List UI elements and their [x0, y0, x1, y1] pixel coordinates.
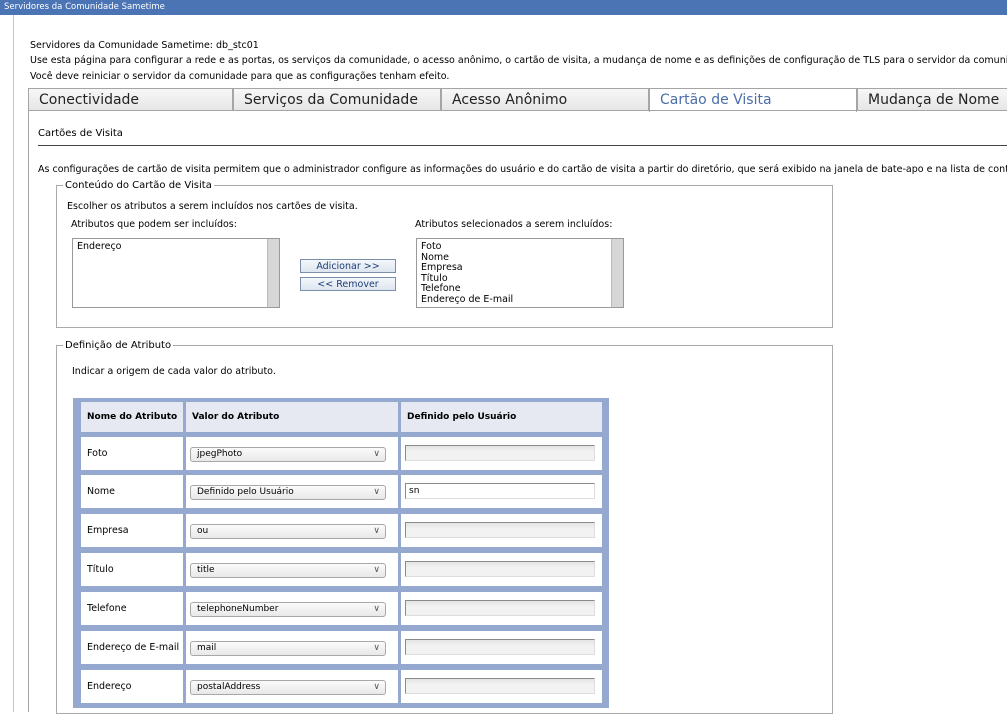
section-divider — [38, 145, 1007, 146]
chevron-down-icon: ∨ — [373, 487, 380, 497]
tab-bar-bottom-border — [28, 110, 1007, 111]
attribute-table: Nome do Atributo Valor do Atributo Defin… — [73, 398, 609, 708]
server-name-line: Servidores da Comunidade Sametime: db_st… — [30, 40, 259, 51]
selected-attributes-list[interactable]: Foto Nome Empresa Título Telefone Endere… — [416, 238, 624, 308]
window-title-bar: Servidores da Comunidade Sametime — [0, 0, 1007, 15]
user-defined-cell: sn — [401, 475, 602, 508]
attribute-value-cell: jpegPhoto ∨ — [186, 437, 398, 470]
list-item[interactable]: Endereço de E-mail — [421, 294, 619, 306]
attribute-value-select[interactable]: title ∨ — [190, 563, 386, 578]
available-attributes-label: Atributos que podem ser incluídos: — [71, 219, 237, 230]
attribute-name-cell: Empresa — [81, 514, 183, 547]
user-defined-input[interactable] — [405, 639, 595, 655]
attribute-value-cell: postalAddress ∨ — [186, 670, 398, 703]
attribute-name-cell: Telefone — [81, 592, 183, 625]
tab-anonymous-access[interactable]: Acesso Anônimo — [441, 88, 649, 110]
left-frame-border — [13, 15, 14, 712]
attribute-value-select[interactable]: Definido pelo Usuário ∨ — [190, 485, 386, 500]
attribute-value-select[interactable]: postalAddress ∨ — [190, 680, 386, 695]
tab-bar: Conectividade Serviços da Comunidade Ace… — [28, 88, 1007, 112]
tab-name-change[interactable]: Mudança de Nome — [857, 88, 1007, 110]
user-defined-cell — [401, 514, 602, 547]
section-description: As configurações de cartão de visita per… — [38, 164, 1007, 175]
attribute-value-select[interactable]: ou ∨ — [190, 524, 386, 539]
tab-business-card[interactable]: Cartão de Visita — [649, 88, 857, 112]
chevron-down-icon: ∨ — [373, 565, 380, 575]
chevron-down-icon: ∨ — [373, 604, 380, 614]
user-defined-input[interactable] — [405, 678, 595, 694]
user-defined-input[interactable] — [405, 600, 595, 616]
chevron-down-icon: ∨ — [373, 526, 380, 536]
panel-left-border — [28, 111, 29, 712]
attribute-value-cell: ou ∨ — [186, 514, 398, 547]
attribute-value-select[interactable]: mail ∨ — [190, 641, 386, 656]
list-item[interactable]: Foto — [421, 241, 619, 253]
user-defined-input[interactable] — [405, 522, 595, 538]
page-description: Use esta página para configurar a rede e… — [30, 55, 1007, 66]
list-item[interactable]: Empresa — [421, 262, 619, 274]
selected-value: Definido pelo Usuário — [197, 487, 294, 497]
scrollbar[interactable] — [611, 239, 623, 307]
list-item[interactable]: Telefone — [421, 283, 619, 295]
attribute-value-cell: mail ∨ — [186, 631, 398, 664]
user-defined-cell — [401, 670, 602, 703]
user-defined-input[interactable] — [405, 445, 595, 461]
attribute-fieldset-legend: Definição de Atributo — [65, 340, 172, 351]
user-defined-input[interactable] — [405, 561, 595, 577]
attribute-name-cell: Nome — [81, 475, 183, 508]
available-attributes-list[interactable]: Endereço — [72, 238, 280, 308]
restart-note: Você deve reiniciar o servidor da comuni… — [30, 71, 450, 82]
user-defined-cell — [401, 437, 602, 470]
selected-value: ou — [197, 526, 209, 536]
selected-attributes-label: Atributos selecionados a serem incluídos… — [415, 219, 613, 230]
add-button[interactable]: Adicionar >> — [300, 259, 396, 273]
column-header-value: Valor do Atributo — [186, 402, 398, 432]
chevron-down-icon: ∨ — [373, 449, 380, 459]
tab-connectivity[interactable]: Conectividade — [28, 88, 233, 110]
list-item[interactable]: Endereço — [77, 241, 275, 253]
section-title: Cartões de Visita — [38, 128, 123, 139]
attribute-value-select[interactable]: jpegPhoto ∨ — [190, 447, 386, 462]
attribute-value-select[interactable]: telephoneNumber ∨ — [190, 602, 386, 617]
content-instruction: Escolher os atributos a serem incluídos … — [67, 201, 358, 212]
attribute-value-cell: title ∨ — [186, 553, 398, 586]
attribute-name-cell: Título — [81, 553, 183, 586]
content-fieldset-legend: Conteúdo do Cartão de Visita — [65, 180, 212, 191]
window-title: Servidores da Comunidade Sametime — [4, 2, 165, 12]
selected-value: jpegPhoto — [197, 449, 243, 459]
column-header-user-defined: Definido pelo Usuário — [401, 402, 602, 432]
scrollbar[interactable] — [267, 239, 279, 307]
tab-community-services[interactable]: Serviços da Comunidade — [233, 88, 441, 110]
remove-button[interactable]: << Remover — [300, 277, 396, 291]
column-header-name: Nome do Atributo — [81, 402, 183, 432]
selected-value: mail — [197, 643, 217, 653]
attribute-name-cell: Endereço — [81, 670, 183, 703]
user-defined-cell — [401, 553, 602, 586]
user-defined-input[interactable]: sn — [405, 483, 595, 499]
attribute-value-cell: Definido pelo Usuário ∨ — [186, 475, 398, 508]
selected-value: telephoneNumber — [197, 604, 279, 614]
chevron-down-icon: ∨ — [373, 643, 380, 653]
chevron-down-icon: ∨ — [373, 682, 380, 692]
selected-value: postalAddress — [197, 682, 261, 692]
selected-value: title — [197, 565, 215, 575]
user-defined-cell — [401, 631, 602, 664]
attribute-name-cell: Endereço de E-mail — [81, 631, 183, 664]
attribute-value-cell: telephoneNumber ∨ — [186, 592, 398, 625]
user-defined-cell — [401, 592, 602, 625]
attribute-name-cell: Foto — [81, 437, 183, 470]
attribute-instruction: Indicar a origem de cada valor do atribu… — [72, 366, 276, 377]
